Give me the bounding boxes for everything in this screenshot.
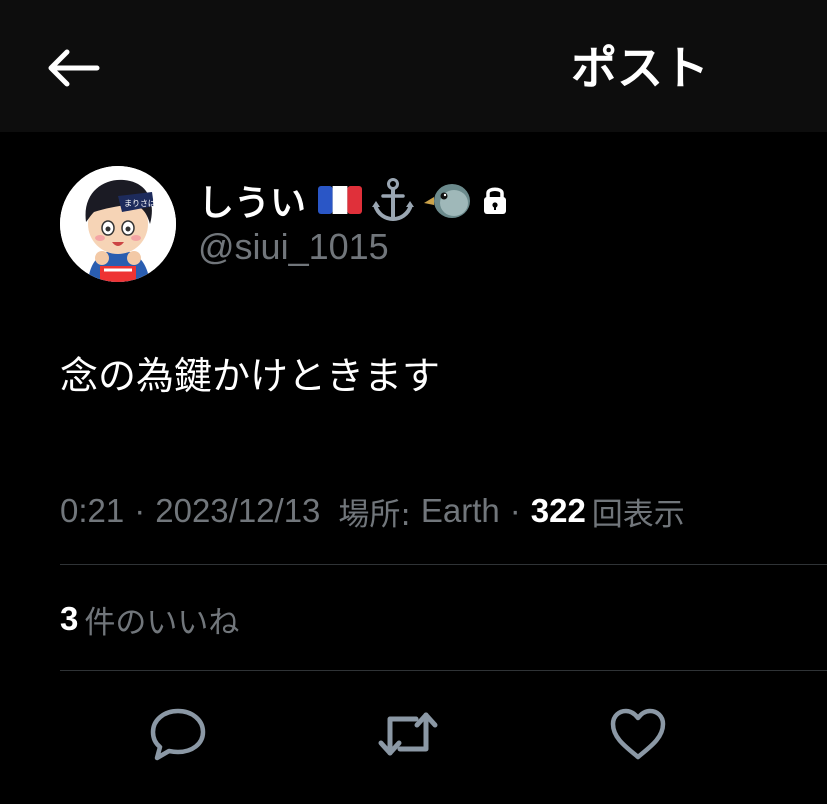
divider-top — [60, 564, 827, 565]
avatar[interactable]: まりさば — [60, 166, 176, 282]
page-title: ポスト — [571, 41, 709, 95]
author-handle[interactable]: @siui_1015 — [198, 226, 389, 268]
anchor-icon — [370, 177, 416, 223]
retweet-icon — [378, 712, 438, 756]
tweet-meta: 0:21 · 2023/12/13 場所: Earth · 322 回表示 — [60, 488, 685, 534]
reply-button[interactable] — [146, 702, 210, 766]
avatar-badge-text: まりさば — [124, 199, 156, 208]
like-icon — [610, 708, 666, 760]
retweet-button[interactable] — [376, 702, 440, 766]
like-button[interactable] — [606, 702, 670, 766]
tweet-text: 念の為鍵かけときます — [60, 354, 441, 398]
views-label: 回表示 — [591, 496, 685, 533]
author-name-row[interactable]: しうい — [198, 176, 510, 224]
meta-separator: · — [134, 492, 146, 529]
france-flag-icon — [318, 184, 363, 216]
location-label: 場所: — [338, 496, 411, 533]
display-name: しうい — [198, 183, 307, 224]
likes-count: 3 — [60, 600, 79, 637]
tweet-date[interactable]: 2023/12/13 — [155, 492, 320, 530]
likes-count-link[interactable]: 3 件のいいね — [60, 594, 239, 644]
lock-icon — [480, 184, 510, 216]
arrow-left-icon — [48, 49, 100, 87]
tweet-time[interactable]: 0:21 — [60, 492, 124, 530]
reply-icon — [150, 708, 206, 761]
divider-bottom — [60, 670, 827, 671]
back-button[interactable] — [40, 40, 106, 96]
likes-label: 件のいいね — [84, 604, 240, 641]
location-value[interactable]: Earth — [421, 492, 500, 530]
avatar-illustration: まりさば — [60, 166, 176, 282]
meta-separator-2: · — [509, 492, 521, 529]
top-bar: ポスト — [0, 0, 827, 132]
bird-icon — [424, 179, 472, 221]
views-count: 322 — [530, 492, 586, 529]
